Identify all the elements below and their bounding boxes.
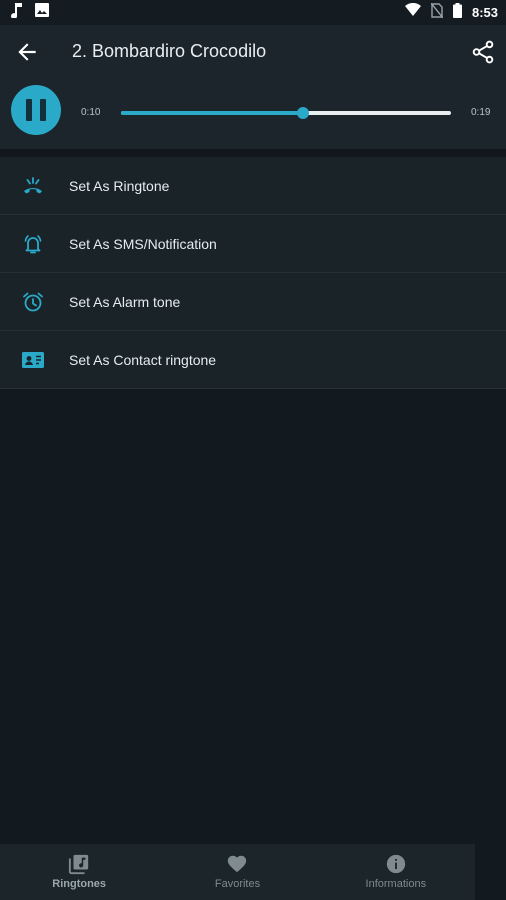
page-title: 2. Bombardiro Crocodilo: [72, 41, 267, 61]
music-note-icon: [10, 2, 24, 23]
nav-edge: [475, 844, 506, 900]
set-as-alarm-item[interactable]: Set As Alarm tone: [0, 273, 506, 331]
menu-item-label: Set As SMS/Notification: [69, 236, 217, 252]
battery-icon: [452, 2, 462, 23]
notification-bell-icon: [21, 232, 45, 256]
no-sim-icon: [430, 2, 444, 23]
tab-ringtones[interactable]: Ringtones: [0, 844, 158, 900]
pause-button[interactable]: [11, 85, 61, 135]
heart-icon: [226, 853, 248, 875]
set-as-contact-ringtone-item[interactable]: Set As Contact ringtone: [0, 331, 506, 389]
info-icon: [385, 853, 407, 875]
alarm-clock-icon: [21, 290, 45, 314]
divider: [0, 149, 506, 157]
seek-bar[interactable]: [121, 107, 451, 119]
contact-card-icon: [21, 348, 45, 372]
tab-favorites[interactable]: Favorites: [158, 844, 316, 900]
menu-item-label: Set As Alarm tone: [69, 294, 181, 310]
ringtone-options-list: Set As Ringtone Set As SMS/Notification …: [0, 157, 506, 389]
menu-item-label: Set As Ringtone: [69, 178, 170, 194]
set-as-notification-item[interactable]: Set As SMS/Notification: [0, 215, 506, 273]
share-icon: [472, 40, 494, 64]
tab-label: Informations: [365, 878, 427, 890]
tab-label: Favorites: [214, 878, 261, 890]
set-as-ringtone-item[interactable]: Set As Ringtone: [0, 157, 506, 215]
share-button[interactable]: [470, 39, 496, 65]
menu-item-label: Set As Contact ringtone: [69, 352, 217, 368]
wifi-icon: [404, 2, 421, 22]
app-bar: 2. Bombardiro Crocodilo: [0, 25, 506, 79]
status-bar-left: [10, 2, 50, 23]
music-library-icon: [68, 853, 90, 875]
current-time: 0:10: [81, 107, 101, 118]
seek-progress: [121, 111, 303, 115]
status-time: 8:53: [471, 5, 498, 20]
arrow-left-icon: [18, 43, 36, 61]
bottom-navigation: Ringtones Favorites Informations: [0, 844, 475, 900]
tab-informations[interactable]: Informations: [317, 844, 475, 900]
status-bar-right: 8:53: [404, 2, 498, 23]
image-icon: [34, 2, 50, 23]
phone-ringing-icon: [21, 174, 45, 198]
status-bar: 8:53: [0, 0, 506, 25]
total-time: 0:19: [471, 107, 491, 118]
back-button[interactable]: [14, 39, 40, 65]
seek-thumb[interactable]: [296, 107, 309, 119]
tab-label: Ringtones: [52, 878, 107, 890]
